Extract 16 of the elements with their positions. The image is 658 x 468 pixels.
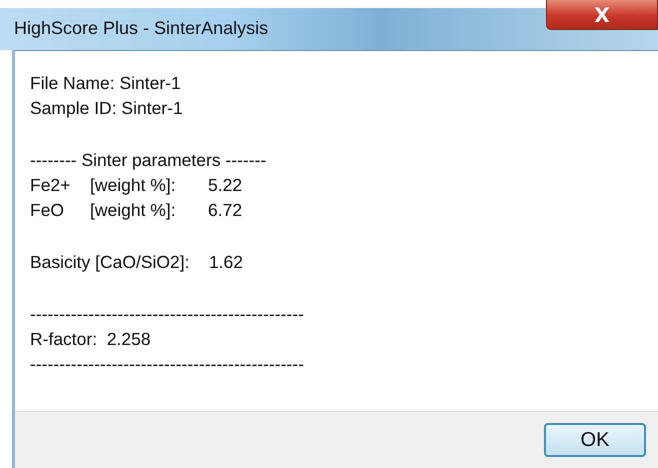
window-title: HighScore Plus - SinterAnalysis [14,18,268,39]
unit-label: [weight %]: [90,199,177,222]
parameter-label: FeO [30,199,66,222]
value-text: 5.22 [208,174,242,197]
value-text: 6.72 [208,199,242,222]
result-text: Basicity [CaO/SiO2]: 1.62 [30,251,243,274]
result-text: ----------------------------------------------- [30,353,304,376]
result-text: ----------------------------------------------- [30,303,304,326]
close-button[interactable]: X [546,0,658,30]
ok-button[interactable]: OK [544,423,646,457]
result-text: Sample ID: Sinter-1 [30,97,183,120]
result-text: File Name: Sinter-1 [30,72,181,95]
parameter-label: Fe2+ [30,174,72,197]
result-text: R-factor: 2.258 [30,328,151,351]
unit-label: [weight %]: [90,174,177,197]
result-text: -------- Sinter parameters ------- [30,149,266,172]
